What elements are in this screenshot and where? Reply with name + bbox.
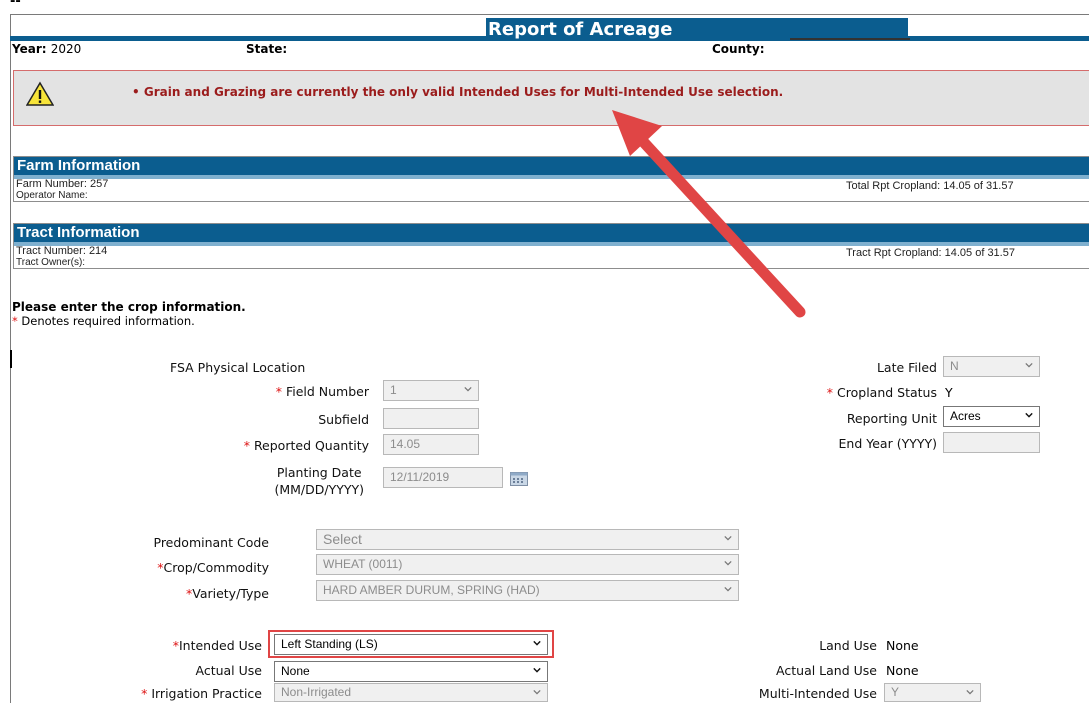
predominant-code-label: Predominant Code [153, 535, 270, 550]
field-number-select[interactable]: 1 [383, 380, 479, 401]
tract-number: Tract Number: 214 [16, 245, 108, 257]
total-rpt-cropland: Total Rpt Cropland: 14.05 of 31.57 [846, 180, 1014, 192]
alert-message: • Grain and Grazing are currently the on… [132, 85, 784, 99]
actual-land-use-value: None [886, 663, 919, 678]
land-use-value: None [886, 638, 919, 653]
crop-commodity-label: *Crop/Commodity [157, 560, 269, 575]
chevron-down-icon [533, 667, 541, 673]
corner-mark: -- [10, 0, 21, 9]
irrigation-practice-select[interactable]: Non-Irrigated [274, 683, 548, 702]
county-underline [790, 38, 910, 40]
reporting-unit-select[interactable]: Acres [943, 406, 1040, 427]
end-year-label: End Year (YYYY) [838, 436, 937, 451]
farm-information-heading: Farm Information [14, 157, 1089, 175]
warning-icon [25, 81, 55, 111]
field-number-label: * Field Number [275, 384, 369, 399]
actual-use-label: Actual Use [195, 663, 263, 678]
farm-heading-accent [14, 175, 1089, 179]
chevron-down-icon [533, 689, 541, 695]
fsa-location-label: FSA Physical Location [170, 360, 306, 375]
chevron-down-icon [724, 535, 732, 541]
predominant-code-select[interactable]: Select [316, 529, 739, 550]
tract-information-section: Tract Information Tract Number: 214 Trac… [13, 223, 1089, 269]
late-filed-select[interactable]: N [943, 356, 1040, 377]
end-year-input[interactable] [943, 432, 1040, 453]
alert-box: • Grain and Grazing are currently the on… [13, 70, 1089, 126]
multi-intended-use-label: Multi-Intended Use [758, 686, 877, 701]
left-edge-marker [10, 350, 12, 368]
chevron-down-icon [464, 386, 472, 392]
subfield-input[interactable] [383, 408, 479, 429]
chevron-down-icon [966, 689, 974, 695]
instructions-title: Please enter the crop information. [12, 300, 246, 314]
crop-commodity-select[interactable]: WHEAT (0011) [316, 554, 739, 575]
chevron-down-icon [1025, 362, 1033, 368]
annotation-arrow [612, 110, 806, 318]
cropland-status-value: Y [945, 385, 953, 400]
subfield-label: Subfield [318, 412, 369, 427]
reported-quantity-label: * Reported Quantity [243, 438, 369, 453]
chevron-down-icon [1025, 412, 1033, 418]
intended-use-label: *Intended Use [172, 638, 262, 653]
cropland-status-label: * Cropland Status [826, 385, 937, 400]
required-note: * Denotes required information. [12, 314, 195, 328]
variety-type-select[interactable]: HARD AMBER DURUM, SPRING (HAD) [316, 580, 739, 601]
county-label: County: [712, 42, 765, 56]
late-filed-label: Late Filed [876, 360, 937, 375]
tract-information-heading: Tract Information [14, 224, 1089, 242]
year-value: 2020 [50, 42, 82, 56]
planting-date-input[interactable]: 12/11/2019 [383, 467, 503, 488]
tract-owners: Tract Owner(s): [16, 257, 86, 268]
variety-type-label: *Variety/Type [185, 586, 269, 601]
annotation-highlight-box [268, 630, 554, 658]
reported-quantity-input[interactable]: 14.05 [383, 434, 479, 455]
actual-use-select[interactable]: None [274, 661, 548, 682]
farm-information-section: Farm Information Farm Number: 257 Operat… [13, 156, 1089, 202]
multi-intended-use-select[interactable]: Y [884, 683, 981, 702]
reporting-unit-label: Reporting Unit [846, 411, 937, 426]
actual-land-use-label: Actual Land Use [776, 663, 877, 678]
state-label: State: [246, 42, 288, 56]
calendar-icon[interactable] [510, 471, 528, 490]
operator-name: Operator Name: [16, 190, 88, 201]
year-label: Year: 2020 [12, 42, 82, 56]
irrigation-practice-label: * Irrigation Practice [141, 686, 262, 701]
chevron-down-icon [724, 586, 732, 592]
tract-rpt-cropland: Tract Rpt Cropland: 14.05 of 31.57 [846, 247, 1015, 259]
land-use-label: Land Use [819, 638, 877, 653]
chevron-down-icon [724, 560, 732, 566]
planting-date-label: Planting Date (MM/DD/YYYY) [274, 465, 364, 497]
tract-heading-accent [14, 242, 1089, 246]
farm-number: Farm Number: 257 [16, 178, 109, 190]
